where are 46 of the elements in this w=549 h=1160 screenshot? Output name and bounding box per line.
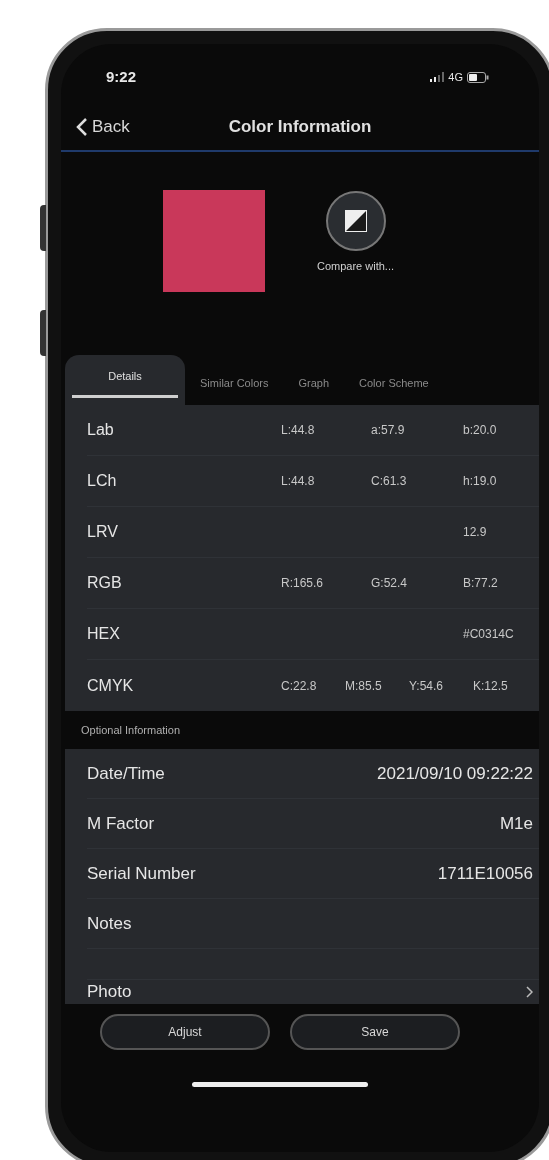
back-button[interactable]: Back	[76, 114, 130, 140]
compare-button[interactable]: Compare with...	[317, 190, 395, 275]
chevron-left-icon	[76, 117, 88, 137]
contrast-icon	[324, 190, 387, 252]
value-text: L:44.8	[281, 473, 316, 490]
value-text: C:22.8	[281, 677, 318, 695]
photo-row[interactable]: Photo	[65, 980, 539, 1004]
row-label: Lab	[87, 420, 115, 440]
tab[interactable]: Details	[65, 355, 185, 405]
value-text: C:61.3	[371, 473, 408, 490]
row-label: Date/Time	[87, 762, 165, 785]
network-label: 4G	[448, 69, 463, 85]
value-text: K:12.5	[473, 677, 509, 695]
battery-icon	[467, 71, 489, 83]
row-label: RGB	[87, 573, 123, 593]
value-text: #C0314C	[463, 626, 515, 643]
value-text: B:77.2	[463, 575, 499, 592]
value-text: 12.9	[463, 524, 488, 541]
value-text: 1711E10056	[437, 862, 533, 885]
value-text: R:165.6	[281, 575, 325, 592]
action-button[interactable]: Adjust	[100, 1014, 270, 1050]
status-time: 9:22	[106, 66, 137, 87]
section-heading: Optional Information	[81, 722, 181, 738]
value-text: h:19.0	[463, 473, 498, 490]
row-label: M Factor	[87, 812, 155, 835]
chevron-right-icon	[525, 986, 533, 998]
signal-icon	[430, 72, 445, 82]
row-label: LCh	[87, 471, 118, 491]
value-text: a:57.9	[371, 422, 406, 439]
value-text: M:85.5	[345, 677, 383, 695]
row-label: Notes	[87, 912, 132, 935]
value-text: Y:54.6	[409, 677, 445, 695]
row-label: Serial Number	[87, 862, 196, 885]
tab[interactable]: Color Scheme	[344, 355, 444, 405]
tab[interactable]: Similar Colors	[185, 355, 284, 405]
screen-title: Color Information	[228, 116, 372, 139]
value-text: G:52.4	[371, 575, 409, 592]
row-label: HEX	[87, 624, 121, 644]
action-button[interactable]: Save	[290, 1014, 460, 1050]
row-label: LRV	[87, 522, 119, 542]
value-text: L:44.8	[281, 422, 316, 439]
tab[interactable]: Graph	[283, 355, 345, 405]
value-text: b:20.0	[463, 422, 498, 439]
row-label: CMYK	[87, 675, 135, 696]
value-text: M1e	[499, 812, 533, 835]
value-text: 2021/09/10 09:22:22	[377, 762, 533, 785]
